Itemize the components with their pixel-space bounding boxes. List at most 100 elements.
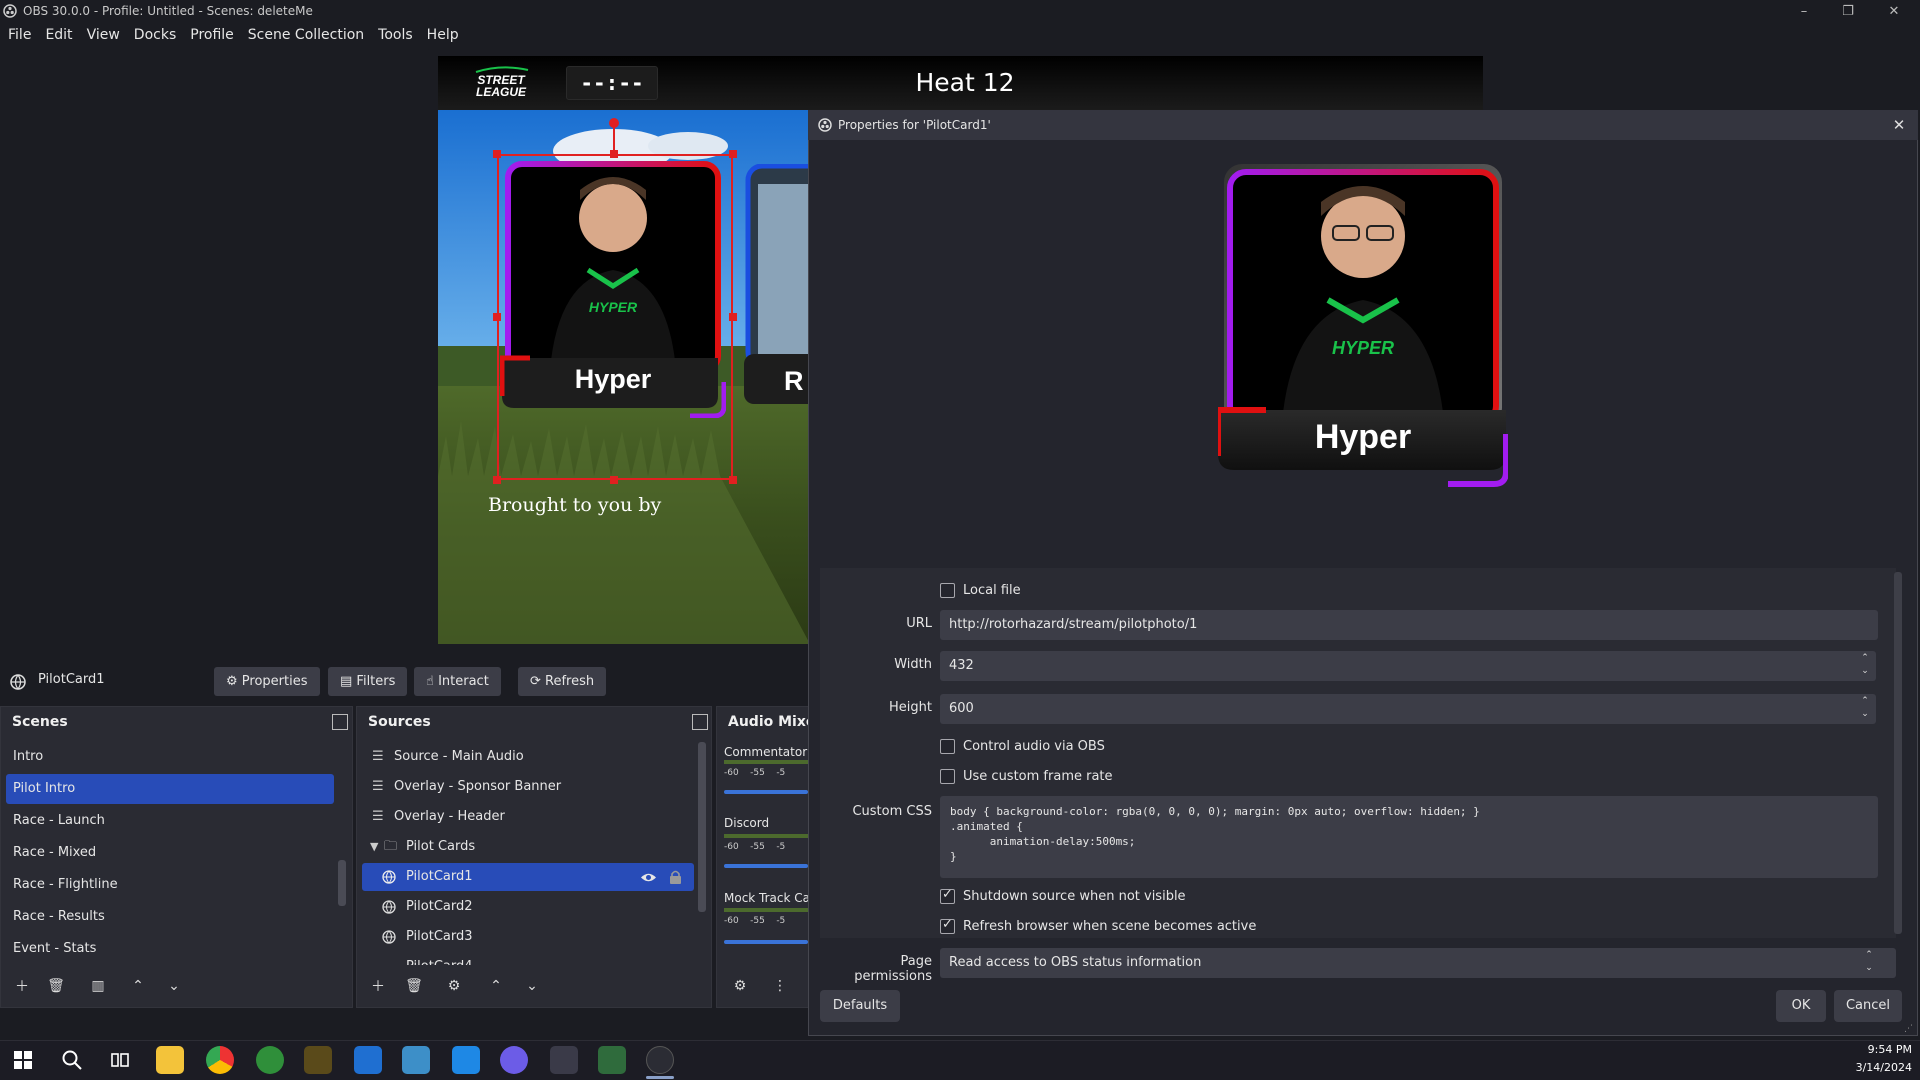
- source-item[interactable]: PilotCard2: [362, 893, 1043, 921]
- height-stepper-icon[interactable]: ⌃ ⌄: [1858, 695, 1872, 723]
- scene-item[interactable]: Race - Results: [6, 902, 334, 932]
- search-icon[interactable]: [62, 1050, 82, 1070]
- form-scrollbar[interactable]: [1894, 572, 1902, 934]
- custom-css-textarea[interactable]: body { background-color: rgba(0, 0, 0, 0…: [940, 796, 1878, 878]
- resize-handle-tl[interactable]: [493, 150, 501, 158]
- rotation-handle[interactable]: [609, 118, 619, 128]
- file-explorer-icon[interactable]: [156, 1046, 184, 1074]
- app-icon[interactable]: [304, 1046, 332, 1074]
- source-item[interactable]: PilotCard3: [362, 923, 1043, 951]
- select-chevron-icon[interactable]: ⌃ ⌄: [1862, 949, 1876, 977]
- app-icon[interactable]: [452, 1046, 480, 1074]
- resize-handle-bl[interactable]: [493, 476, 501, 484]
- maximize-button[interactable]: ❐: [1826, 0, 1870, 22]
- source-properties-gear-icon[interactable]: ⚙: [440, 973, 468, 999]
- menu-file[interactable]: File: [8, 27, 31, 43]
- menu-view[interactable]: View: [87, 27, 120, 43]
- page-permissions-select[interactable]: Read access to OBS status information: [940, 948, 1896, 978]
- url-input[interactable]: http://rotorhazard/stream/pilotphoto/1: [940, 610, 1878, 640]
- resize-handle-br[interactable]: [729, 476, 737, 484]
- move-scene-down-button[interactable]: ⌄: [160, 973, 188, 999]
- control-audio-checkbox[interactable]: [940, 739, 955, 754]
- obs-taskbar-icon[interactable]: [646, 1046, 674, 1074]
- menu-profile[interactable]: Profile: [190, 27, 234, 43]
- undock-sources-icon[interactable]: [692, 714, 708, 730]
- height-spinbox[interactable]: 600: [940, 694, 1876, 724]
- menu-tools[interactable]: Tools: [378, 27, 413, 43]
- volume-slider[interactable]: [724, 790, 808, 794]
- refresh-button[interactable]: ⟳ Refresh: [518, 667, 607, 696]
- volume-slider[interactable]: [724, 940, 808, 944]
- local-file-checkbox[interactable]: [940, 583, 955, 598]
- discord-icon[interactable]: [500, 1046, 528, 1074]
- menu-docks[interactable]: Docks: [134, 27, 176, 43]
- add-scene-button[interactable]: ＋: [8, 973, 36, 999]
- custom-frame-rate-checkbox[interactable]: [940, 769, 955, 784]
- shutdown-source-checkbox[interactable]: [940, 887, 955, 904]
- refresh-browser-checkbox[interactable]: [940, 917, 955, 934]
- resize-handle-t[interactable]: [610, 150, 618, 158]
- minimize-button[interactable]: –: [1782, 0, 1826, 22]
- resize-handle-r[interactable]: [729, 313, 737, 321]
- interact-button[interactable]: ☝ Interact: [414, 667, 501, 696]
- scene-item-selected[interactable]: Pilot Intro: [6, 774, 334, 804]
- app-icon[interactable]: [402, 1046, 430, 1074]
- preview-card2-name: R: [784, 366, 804, 396]
- mixer-menu-kebab-icon[interactable]: ⋮: [766, 973, 794, 999]
- source-item[interactable]: ☰ Source - Main Audio: [362, 743, 1043, 771]
- ok-button[interactable]: OK: [1776, 990, 1826, 1022]
- active-app-indicator: [646, 1076, 674, 1079]
- resize-handle-tr[interactable]: [729, 150, 737, 158]
- selection-bounding-box[interactable]: [497, 154, 733, 480]
- menu-edit[interactable]: Edit: [45, 27, 72, 43]
- globe-icon: [382, 930, 396, 944]
- move-source-down-button[interactable]: ⌄: [518, 973, 546, 999]
- add-source-button[interactable]: ＋: [364, 973, 392, 999]
- remove-scene-button[interactable]: 🗑: [42, 973, 70, 999]
- scenes-scrollbar[interactable]: [338, 860, 346, 906]
- menu-help[interactable]: Help: [427, 27, 459, 43]
- source-group-item[interactable]: ▼ 🗀 Pilot Cards: [362, 833, 1043, 861]
- width-stepper-icon[interactable]: ⌃ ⌄: [1858, 652, 1872, 680]
- width-spinbox[interactable]: 432: [940, 651, 1876, 681]
- calculator-icon[interactable]: [550, 1046, 578, 1074]
- source-item-selected[interactable]: PilotCard1: [362, 863, 694, 891]
- expand-chevron-icon[interactable]: ▼: [370, 833, 378, 861]
- dialog-close-button[interactable]: ✕: [1888, 114, 1910, 136]
- scene-item[interactable]: Event - Stats: [6, 934, 334, 964]
- mixer-settings-gear-icon[interactable]: ⚙: [726, 973, 754, 999]
- undock-scenes-icon[interactable]: [332, 714, 348, 730]
- scene-item[interactable]: Race - Flightline: [6, 870, 334, 900]
- move-source-up-button[interactable]: ⌃: [482, 973, 510, 999]
- task-view-icon[interactable]: [110, 1050, 130, 1070]
- scene-item[interactable]: Race - Launch: [6, 806, 334, 836]
- volume-slider[interactable]: [724, 864, 808, 868]
- vscode-icon[interactable]: [354, 1046, 382, 1074]
- scene-item[interactable]: Intro: [6, 742, 334, 772]
- eye-icon[interactable]: [640, 872, 657, 883]
- preview-pilot-card-2[interactable]: R: [744, 164, 810, 414]
- filters-icon: ▤: [340, 674, 357, 689]
- sources-scrollbar[interactable]: [698, 742, 706, 912]
- defaults-button[interactable]: Defaults: [820, 990, 900, 1022]
- resize-handle-b[interactable]: [610, 476, 618, 484]
- scene-filters-button[interactable]: ▥: [84, 973, 112, 999]
- scene-item[interactable]: Race - Mixed: [6, 838, 334, 868]
- xbox-icon[interactable]: [256, 1046, 284, 1074]
- source-item[interactable]: ☰ Overlay - Sponsor Banner: [362, 773, 1043, 801]
- resize-handle-l[interactable]: [493, 313, 501, 321]
- lock-icon[interactable]: [670, 870, 681, 884]
- windows-start-icon[interactable]: [14, 1051, 32, 1069]
- resize-grip-icon[interactable]: ⋰: [1904, 1024, 1914, 1034]
- chrome-icon[interactable]: [206, 1046, 234, 1074]
- menu-scene-collection[interactable]: Scene Collection: [248, 27, 364, 43]
- source-item-partial[interactable]: PilotCard4: [362, 953, 694, 965]
- close-window-button[interactable]: ✕: [1872, 0, 1916, 22]
- cancel-button[interactable]: Cancel: [1834, 990, 1902, 1022]
- properties-button[interactable]: ⚙ Properties: [214, 667, 320, 696]
- app-icon[interactable]: [598, 1046, 626, 1074]
- source-item[interactable]: ☰ Overlay - Header: [362, 803, 1043, 831]
- filters-button[interactable]: ▤ Filters: [328, 667, 408, 696]
- move-scene-up-button[interactable]: ⌃: [124, 973, 152, 999]
- remove-source-button[interactable]: 🗑: [400, 973, 428, 999]
